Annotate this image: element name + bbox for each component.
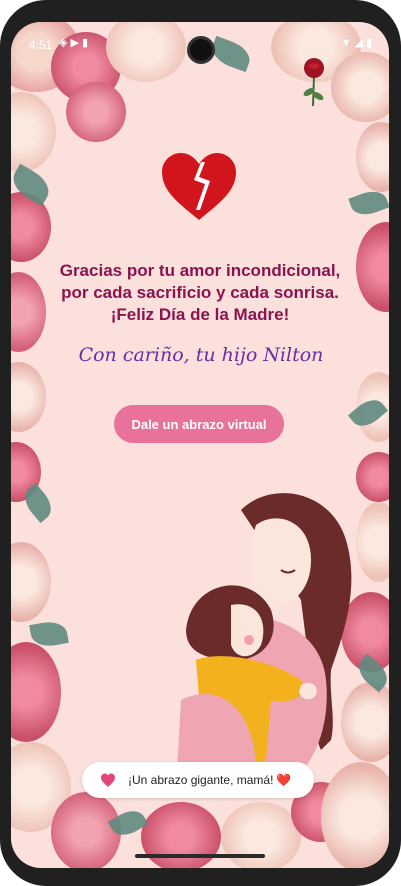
battery-icon: ▮: [365, 37, 375, 49]
front-camera: [187, 36, 215, 64]
home-indicator[interactable]: [135, 854, 265, 858]
shield-icon: ◈: [59, 37, 71, 49]
mother-child-illustration: [176, 493, 352, 790]
signal-icon: ◢: [354, 37, 366, 49]
toast-notification: ¡Un abrazo gigante, mamá! ❤️: [82, 762, 314, 798]
broken-heart-icon: [162, 153, 236, 220]
virtual-hug-button[interactable]: Dale un abrazo virtual: [114, 405, 284, 443]
play-icon: ▶: [70, 37, 82, 49]
status-time: 4:51: [29, 38, 53, 52]
wifi-icon: ▼: [340, 37, 355, 49]
red-heart-icon: ❤️: [276, 773, 292, 787]
greeting-message: Gracias por tu amor incondicional, por c…: [49, 260, 351, 326]
message-line: Gracias por tu amor incondicional,: [59, 261, 341, 280]
app-screen: 4:51 ◈▶▮ ▼◢▮ Gracias por tu amor incondi…: [11, 22, 389, 868]
sim-icon: ▮: [81, 37, 91, 49]
signature: Con cariño, tu hijo Nilton: [78, 344, 324, 366]
status-right-icons: ▼◢▮: [341, 36, 375, 49]
status-left-icons: ◈▶▮: [59, 36, 91, 49]
message-line: por cada sacrificio y cada sonrisa.: [61, 283, 339, 302]
heart-ribbon-icon: [101, 773, 115, 787]
toast-text: ¡Un abrazo gigante, mamá!: [128, 773, 274, 787]
message-line: ¡Feliz Día de la Madre!: [110, 305, 290, 324]
rose-icon: [303, 58, 324, 107]
phone-frame: 4:51 ◈▶▮ ▼◢▮ Gracias por tu amor incondi…: [0, 0, 401, 886]
